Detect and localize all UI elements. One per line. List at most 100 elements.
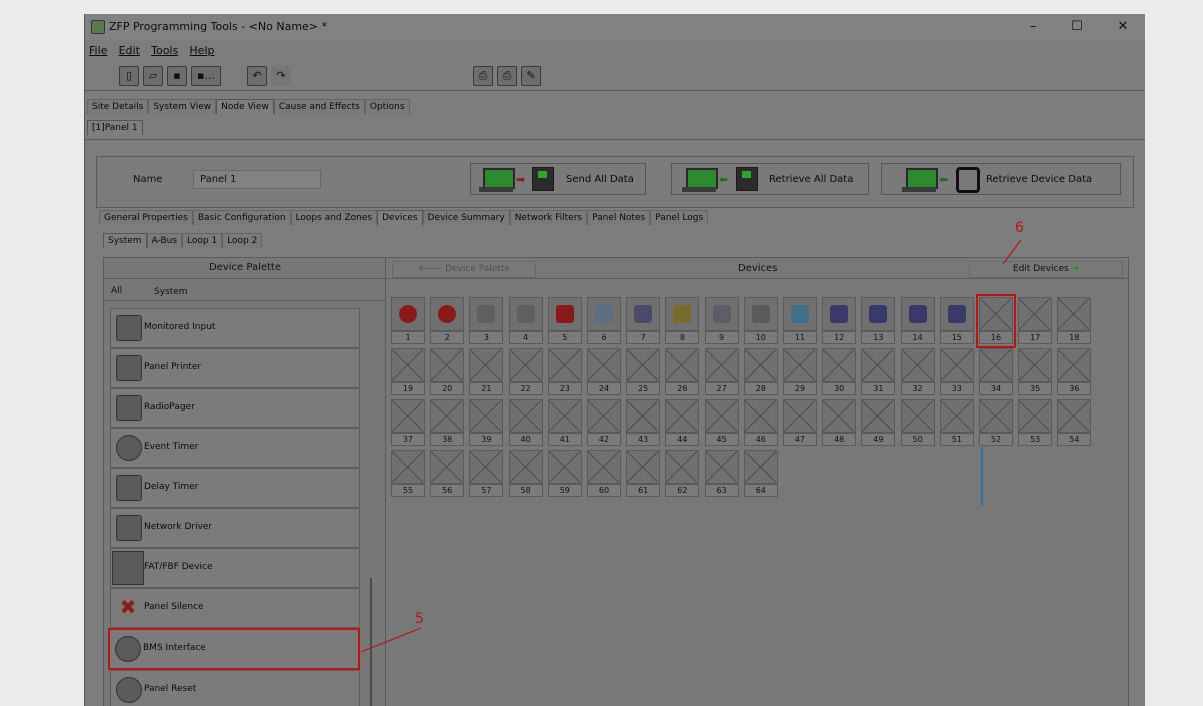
tab-cause-and-effects[interactable]: Cause and Effects <box>273 99 365 114</box>
device-slot[interactable]: 48 <box>821 399 857 446</box>
device-slot[interactable]: 50 <box>900 399 935 446</box>
device-slot[interactable]: 39 <box>468 399 504 446</box>
save-icon[interactable]: ▪ <box>167 66 187 86</box>
send-all-data-button[interactable]: ➡ Send All Data <box>470 163 646 195</box>
close-button[interactable]: ✕ <box>1111 18 1135 36</box>
print-preview-icon[interactable]: ⎙ <box>497 66 517 86</box>
minimize-button[interactable]: – <box>1021 18 1045 36</box>
palette-item-delay-timer[interactable]: Delay Timer <box>110 468 360 508</box>
palette-item-fat-fbf-device[interactable]: FAT/FBF Device <box>110 548 360 588</box>
device-slot[interactable]: 22 <box>508 348 543 395</box>
device-slot[interactable]: 15 <box>939 297 974 344</box>
device-slot[interactable]: 35 <box>1017 348 1053 395</box>
tab-loop-1[interactable]: Loop 1 <box>182 233 223 248</box>
device-slot[interactable]: 8 <box>664 297 700 344</box>
filter-system[interactable]: System <box>154 287 188 297</box>
tab-site-details[interactable]: Site Details <box>87 99 149 114</box>
device-slot[interactable]: 3 <box>468 297 504 344</box>
palette-item-event-timer[interactable]: Event Timer <box>110 428 360 468</box>
name-field[interactable]: Panel 1 <box>193 170 321 189</box>
device-slot[interactable]: 14 <box>900 297 935 344</box>
tab-network-filters[interactable]: Network Filters <box>509 210 588 225</box>
device-slot[interactable]: 30 <box>821 348 857 395</box>
menu-help[interactable]: Help <box>189 44 214 57</box>
maximize-button[interactable]: ☐ <box>1065 18 1089 36</box>
palette-item-network-driver[interactable]: Network Driver <box>110 508 360 548</box>
device-slot[interactable]: 2 <box>429 297 465 344</box>
device-slot[interactable]: 47 <box>782 399 817 446</box>
device-slot[interactable]: 51 <box>939 399 974 446</box>
device-slot[interactable]: 31 <box>860 348 896 395</box>
tab-loop-2[interactable]: Loop 2 <box>222 233 263 248</box>
device-slot[interactable]: 63 <box>704 450 739 497</box>
palette-item-monitored-input[interactable]: Monitored Input <box>110 308 360 348</box>
device-slot[interactable]: 24 <box>586 348 621 395</box>
print-setup-icon[interactable]: ✎ <box>521 66 541 86</box>
device-slot[interactable]: 27 <box>704 348 739 395</box>
tab-devices[interactable]: Devices <box>377 210 423 225</box>
device-slot[interactable]: 56 <box>429 450 465 497</box>
palette-item-radiopager[interactable]: RadioPager <box>110 388 360 428</box>
device-slot[interactable]: 28 <box>743 348 778 395</box>
device-slot[interactable]: 41 <box>547 399 582 446</box>
device-slot[interactable]: 20 <box>429 348 465 395</box>
device-slot[interactable]: 33 <box>939 348 974 395</box>
tab-system-view[interactable]: System View <box>148 99 217 114</box>
device-slot[interactable]: 62 <box>664 450 700 497</box>
palette-item-panel-silence[interactable]: ✖ Panel Silence <box>110 588 360 628</box>
device-slot[interactable]: 32 <box>900 348 935 395</box>
palette-item-panel-reset[interactable]: Panel Reset <box>110 670 360 706</box>
new-icon[interactable]: ▯ <box>119 66 139 86</box>
tab-panel-1[interactable]: [1]Panel 1 <box>87 120 143 135</box>
tab-panel-notes[interactable]: Panel Notes <box>587 210 651 225</box>
device-slot[interactable]: 42 <box>586 399 621 446</box>
device-slot[interactable]: 43 <box>625 399 661 446</box>
device-slot[interactable]: 6 <box>586 297 621 344</box>
tab-device-summary[interactable]: Device Summary <box>422 210 510 225</box>
device-slot[interactable]: 10 <box>743 297 778 344</box>
device-slot[interactable]: 45 <box>704 399 739 446</box>
palette-item-bms-interface[interactable]: BMS Interface <box>108 628 360 670</box>
device-slot[interactable]: 16 <box>976 294 1016 348</box>
device-slot[interactable]: 5 <box>547 297 582 344</box>
device-slot[interactable]: 13 <box>860 297 896 344</box>
menu-edit[interactable]: Edit <box>119 44 140 57</box>
retrieve-all-data-button[interactable]: ⬅ Retrieve All Data <box>671 163 869 195</box>
print-icon[interactable]: ⎙ <box>473 66 493 86</box>
device-slot[interactable]: 38 <box>429 399 465 446</box>
tab-basic-configuration[interactable]: Basic Configuration <box>192 210 291 225</box>
open-icon[interactable]: ▱ <box>143 66 163 86</box>
device-slot[interactable]: 57 <box>468 450 504 497</box>
device-slot[interactable]: 53 <box>1017 399 1053 446</box>
save-as-icon[interactable]: ▪... <box>191 66 221 86</box>
retrieve-device-data-button[interactable]: ⬅ Retrieve Device Data <box>881 163 1121 195</box>
device-slot[interactable]: 36 <box>1056 348 1092 395</box>
undo-icon[interactable]: ↶ <box>247 66 267 86</box>
device-slot[interactable]: 26 <box>664 348 700 395</box>
device-slot[interactable]: 9 <box>704 297 739 344</box>
menu-file[interactable]: File <box>89 44 107 57</box>
device-slot[interactable]: 49 <box>860 399 896 446</box>
device-slot[interactable]: 34 <box>978 348 1013 395</box>
tab-a-bus[interactable]: A-Bus <box>146 233 183 248</box>
device-slot[interactable]: 64 <box>743 450 778 497</box>
device-slot[interactable]: 11 <box>782 297 817 344</box>
device-slot[interactable]: 52 <box>978 399 1013 446</box>
device-slot[interactable]: 7 <box>625 297 661 344</box>
device-slot[interactable]: 61 <box>625 450 661 497</box>
redo-icon[interactable]: ↷ <box>271 66 291 86</box>
tab-options[interactable]: Options <box>364 99 410 114</box>
device-slot[interactable]: 37 <box>390 399 425 446</box>
device-slot[interactable]: 60 <box>586 450 621 497</box>
device-slot[interactable]: 23 <box>547 348 582 395</box>
device-slot[interactable]: 21 <box>468 348 504 395</box>
device-slot[interactable]: 19 <box>390 348 425 395</box>
device-slot[interactable]: 55 <box>390 450 425 497</box>
device-slot[interactable]: 17 <box>1017 297 1053 344</box>
device-slot[interactable]: 12 <box>821 297 857 344</box>
tab-loops-and-zones[interactable]: Loops and Zones <box>290 210 378 225</box>
device-slot[interactable]: 40 <box>508 399 543 446</box>
device-slot[interactable]: 44 <box>664 399 700 446</box>
tab-panel-logs[interactable]: Panel Logs <box>650 210 709 225</box>
device-slot[interactable]: 18 <box>1056 297 1092 344</box>
